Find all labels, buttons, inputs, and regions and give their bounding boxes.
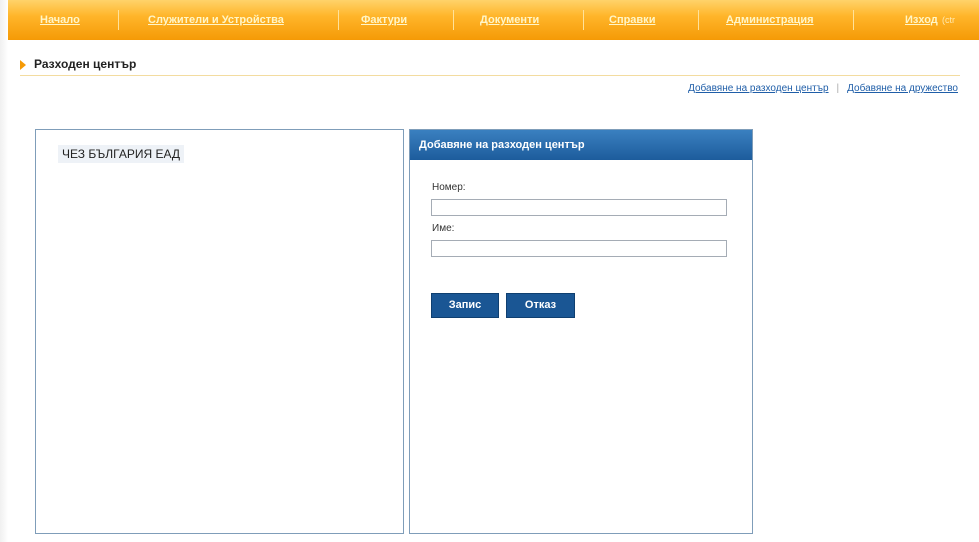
logout-user-info: (ctr <box>942 15 955 25</box>
top-navigation-bar: Начало Служители и Устройства Фактури До… <box>8 0 979 40</box>
nav-item-reports[interactable]: Справки <box>609 0 655 40</box>
nav-separator <box>338 10 339 30</box>
nav-item-logout[interactable]: Изход <box>905 0 938 40</box>
nav-item-administration[interactable]: Администрация <box>726 0 814 40</box>
nav-separator <box>118 10 119 30</box>
name-input[interactable] <box>431 240 727 257</box>
cost-center-tree-panel: ЧЕЗ БЪЛГАРИЯ ЕАД <box>35 129 404 534</box>
page-actions: Добавяне на разходен център | Добавяне на … <box>688 83 958 94</box>
name-label: Име: <box>432 223 455 234</box>
nav-item-documents[interactable]: Документи <box>480 0 539 40</box>
nav-separator <box>583 10 584 30</box>
number-label: Номер: <box>432 182 466 193</box>
add-cost-center-link[interactable]: Добавяне на разходен център <box>688 83 828 94</box>
tree-node-company[interactable]: ЧЕЗ БЪЛГАРИЯ ЕАД <box>58 145 185 163</box>
nav-separator <box>453 10 454 30</box>
nav-item-home[interactable]: Начало <box>40 0 80 40</box>
add-cost-center-form-panel: Добавяне на разходен център Номер: Име: … <box>409 129 753 534</box>
add-company-link[interactable]: Добавяне на дружество <box>847 83 958 94</box>
cancel-button[interactable]: Отказ <box>506 293 575 318</box>
save-button[interactable]: Запис <box>431 293 499 318</box>
page-left-edge <box>0 0 8 542</box>
nav-separator <box>698 10 699 30</box>
form-header: Добавяне на разходен център <box>410 130 752 160</box>
title-arrow-icon <box>20 60 26 70</box>
number-input[interactable] <box>431 199 727 216</box>
title-divider <box>20 75 960 76</box>
nav-separator <box>853 10 854 30</box>
nav-item-invoices[interactable]: Фактури <box>361 0 407 40</box>
actions-separator: | <box>836 83 840 94</box>
nav-item-employees-devices[interactable]: Служители и Устройства <box>148 0 284 40</box>
form-title: Добавяне на разходен център <box>419 139 585 151</box>
page-title: Разходен център <box>34 57 137 71</box>
